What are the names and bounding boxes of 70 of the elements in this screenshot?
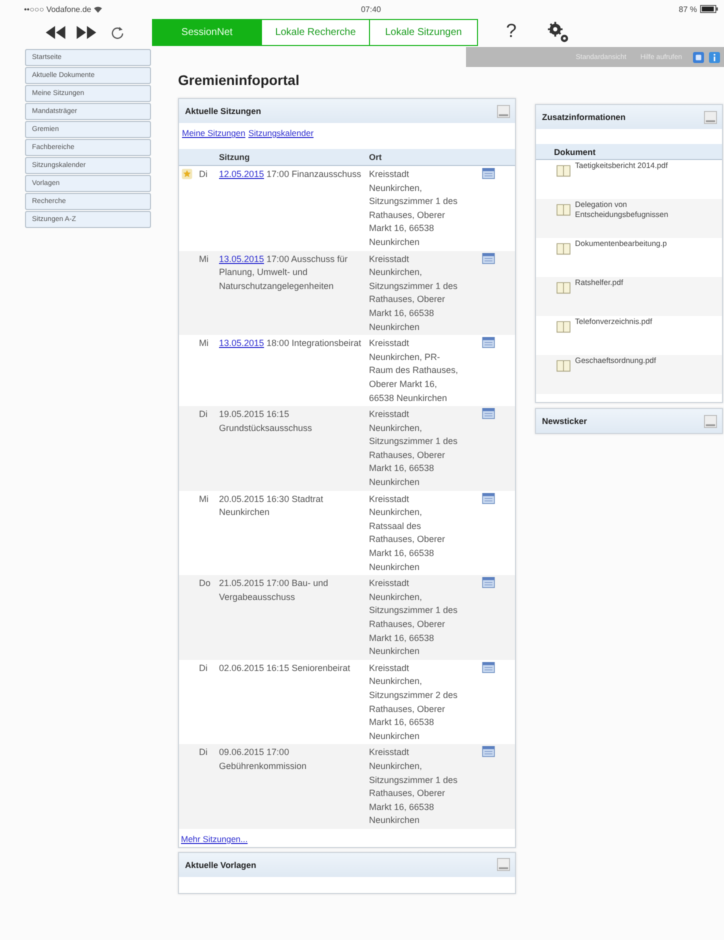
session-info: 02.06.2015 16:15 Seniorenbeirat — [219, 662, 350, 673]
calendar-icon[interactable] — [482, 746, 494, 758]
book-icon[interactable] — [556, 164, 571, 177]
calendar-icon[interactable] — [482, 408, 494, 420]
column-header: Sitzung — [219, 152, 251, 162]
book-icon[interactable] — [556, 203, 571, 216]
more-sessions-link[interactable]: Mehr Sitzungen... — [181, 834, 248, 844]
weekday: Di — [198, 168, 208, 181]
book-icon[interactable] — [556, 281, 571, 294]
calendar-icon[interactable] — [482, 492, 494, 504]
session-info: 09.06.2015 17:00 Gebührenkommission — [219, 747, 307, 771]
reload-icon[interactable] — [111, 26, 124, 38]
panel-title: Aktuelle Sitzungen — [185, 106, 262, 116]
weekday: Mi — [197, 335, 217, 406]
panel-link[interactable]: Sitzungskalender — [248, 128, 314, 138]
panel-toggle-icon[interactable] — [497, 104, 510, 118]
date-link[interactable]: 13.05.2015 — [219, 254, 264, 264]
battery-icon — [700, 5, 718, 13]
book-icon[interactable] — [556, 242, 571, 255]
location-text: Kreisstadt Neunkirchen, Sitzungszimmer 2 des Rathauses, Oberer Markt 16, 66538 Neunkirchen — [369, 662, 458, 741]
location-text: Kreisstadt Neunkirchen, Sitzungszimmer 1 des Rathauses, Oberer Markt 16, 66538 Neunkirchen — [369, 747, 458, 826]
book-icon[interactable] — [556, 359, 571, 372]
session-info: 13.05.2015 18:00 Integrationsbeirat — [219, 338, 362, 348]
weekday: Di — [197, 406, 217, 491]
clock: 07:40 — [360, 4, 382, 14]
date-link[interactable]: 13.05.2015 — [219, 338, 264, 348]
wifi-icon — [94, 6, 102, 12]
weekday: Di — [197, 660, 217, 744]
calendar-icon[interactable] — [482, 252, 494, 264]
panel-title: Newsticker — [542, 416, 587, 426]
location-text: Kreisstadt Neunkirchen, Sitzungszimmer 1 des Rathauses, Oberer Markt 16, 66538 Neunkirchen — [369, 578, 458, 656]
back-icon[interactable] — [45, 26, 67, 38]
weekday: Di — [197, 744, 217, 829]
panel-toggle-icon[interactable] — [704, 110, 717, 124]
location-text: Kreisstadt Neunkirchen, PR-Raum des Rathauses, Oberer Markt 16, 66538 Neunkirchen — [369, 338, 458, 402]
panel-title: Zusatzinformationen — [542, 112, 626, 122]
battery-label: 87 % — [678, 4, 697, 14]
location-text: Kreisstadt Neunkirchen, Sitzungszimmer 1 des Rathauses, Oberer Markt 16, 66538 Neunkirchen — [369, 169, 458, 247]
weekday: Mi — [197, 250, 217, 336]
session-info: 21.05.2015 17:00 Bau- und Vergabeausschuss — [219, 578, 328, 602]
panel-link[interactable]: Meine Sitzungen — [182, 128, 246, 138]
calendar-icon[interactable] — [482, 168, 494, 179]
page-title: Gremieninfoportal — [178, 72, 300, 88]
view-icon[interactable] — [693, 52, 704, 62]
session-info: 13.05.2015 17:00 Ausschuss für Planung, Umwelt- und Naturschutzangelegenheiten — [219, 254, 348, 291]
location-text: Kreisstadt Neunkirchen, Ratssaal des Rathauses, Oberer Markt 16, 66538 Neunkirchen — [369, 494, 446, 572]
panel-toggle-icon[interactable] — [704, 414, 717, 428]
weekday: Do — [197, 575, 217, 660]
calendar-icon[interactable] — [482, 662, 494, 673]
carrier-label: ••○○○ Vodafone.de — [24, 4, 92, 14]
session-info: 20.05.2015 16:30 Stadtrat Neunkirchen — [219, 494, 324, 518]
calendar-icon[interactable] — [482, 577, 494, 588]
location-text: Kreisstadt Neunkirchen, Sitzungszimmer 1 des Rathauses, Oberer Markt 16, 66538 Neunkirchen — [369, 409, 458, 488]
settings-icon[interactable] — [546, 21, 569, 43]
session-info: 19.05.2015 16:15 Grundstücksausschuss — [219, 409, 312, 433]
session-info: 12.05.2015 17:00 Finanzausschuss — [219, 169, 362, 179]
column-header: Ort — [369, 152, 382, 162]
date-link[interactable]: 12.05.2015 — [219, 169, 264, 179]
tab[interactable]: Lokale Recherche — [261, 20, 369, 44]
weekday: Mi — [197, 490, 217, 576]
panel-toggle-icon[interactable] — [497, 858, 510, 872]
column-header: Dokument — [536, 144, 722, 160]
forward-icon[interactable] — [75, 26, 97, 38]
location-text: Kreisstadt Neunkirchen, Sitzungszimmer 1 des Rathauses, Oberer Markt 16, 66538 Neunkirchen — [369, 254, 458, 332]
tab[interactable]: Lokale Sitzungen — [369, 20, 477, 44]
help-button[interactable]: ? — [500, 21, 523, 43]
book-icon[interactable] — [556, 320, 571, 333]
calendar-icon[interactable] — [482, 337, 494, 348]
panel-title: Aktuelle Vorlagen — [185, 860, 256, 870]
info-icon[interactable] — [709, 52, 720, 62]
